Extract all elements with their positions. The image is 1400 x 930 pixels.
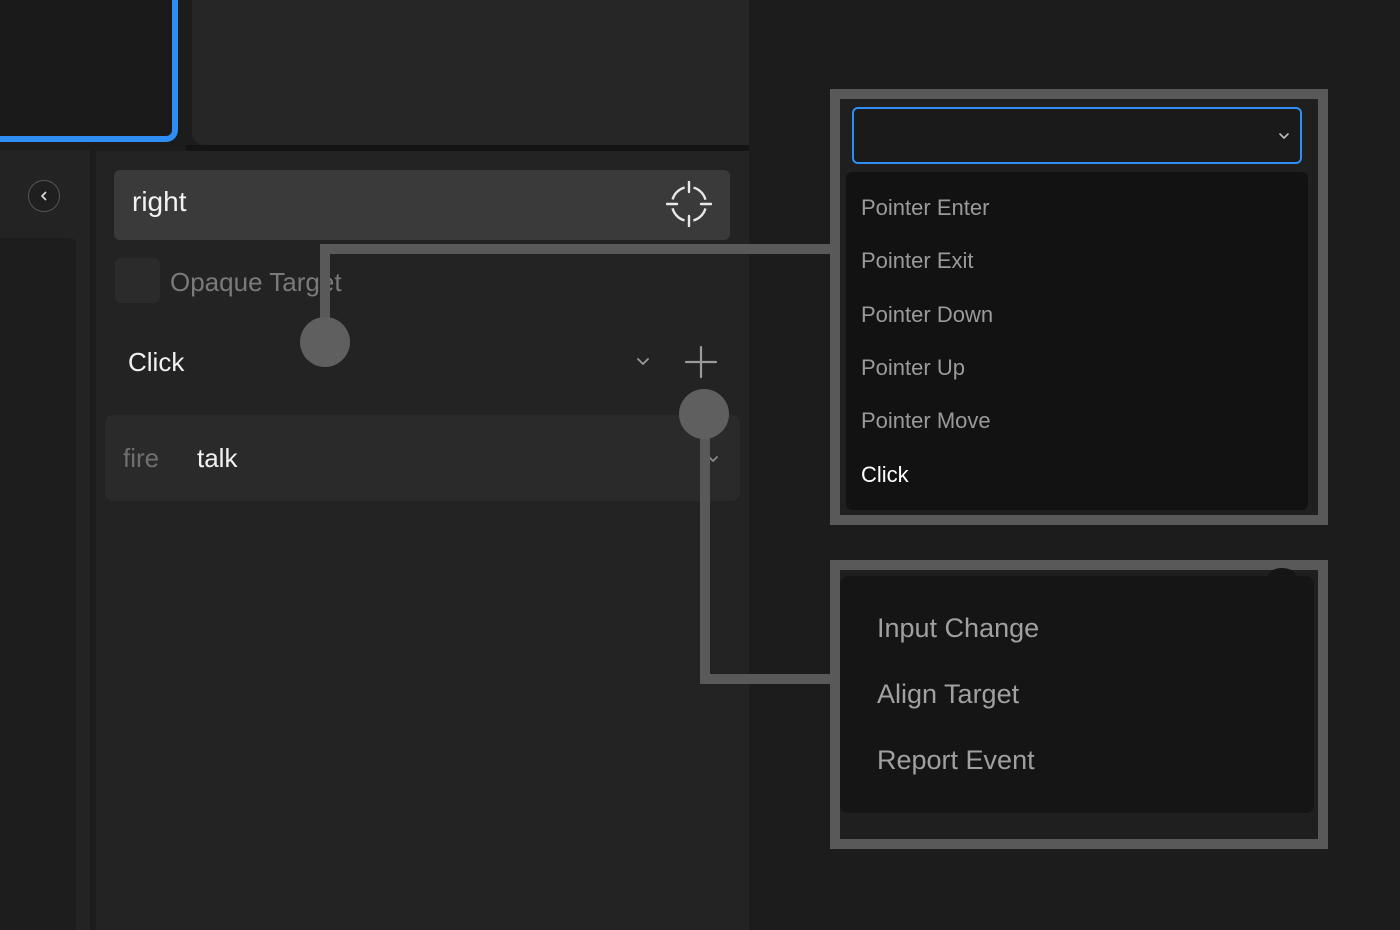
chevron-down-icon[interactable] xyxy=(634,352,652,370)
menu-item-pointer-down[interactable]: Pointer Down xyxy=(861,302,993,328)
opaque-target-checkbox[interactable] xyxy=(115,258,160,303)
menu-item-pointer-exit[interactable]: Pointer Exit xyxy=(861,248,974,274)
action-verb: fire xyxy=(123,443,160,473)
event-dropdown-menu: Pointer Enter Pointer Exit Pointer Down … xyxy=(846,172,1308,510)
target-field[interactable] xyxy=(114,170,730,240)
action-dropdown-menu: Input Change Align Target Report Event xyxy=(840,576,1314,813)
selected-artboard[interactable] xyxy=(0,0,178,142)
menu-item-align-target[interactable]: Align Target xyxy=(877,679,1019,710)
event-type-select[interactable] xyxy=(852,107,1302,164)
target-value: right xyxy=(132,186,187,217)
menu-item-input-change[interactable]: Input Change xyxy=(877,613,1039,644)
opaque-target-label: Opaque Target xyxy=(170,267,342,297)
menu-item-pointer-up[interactable]: Pointer Up xyxy=(861,355,965,381)
menu-item-pointer-move[interactable]: Pointer Move xyxy=(861,408,991,434)
callout-dot xyxy=(300,317,350,367)
callout-connector xyxy=(320,244,832,254)
plus-icon[interactable] xyxy=(683,344,719,380)
left-sidebar-list xyxy=(0,238,76,930)
action-target[interactable]: talk xyxy=(197,443,237,474)
callout-connector xyxy=(700,674,832,684)
callout-dot xyxy=(679,389,729,439)
chevron-down-icon[interactable] xyxy=(1276,128,1292,144)
menu-item-report-event[interactable]: Report Event xyxy=(877,745,1035,776)
callout-connector xyxy=(700,414,710,684)
chevron-left-icon xyxy=(41,191,47,201)
crosshair-icon[interactable] xyxy=(666,181,712,227)
collapse-button[interactable] xyxy=(28,180,60,212)
menu-item-pointer-enter[interactable]: Pointer Enter xyxy=(861,195,989,221)
menu-item-click[interactable]: Click xyxy=(861,462,909,488)
event-select[interactable]: Click xyxy=(128,347,184,378)
top-panel xyxy=(192,0,749,145)
